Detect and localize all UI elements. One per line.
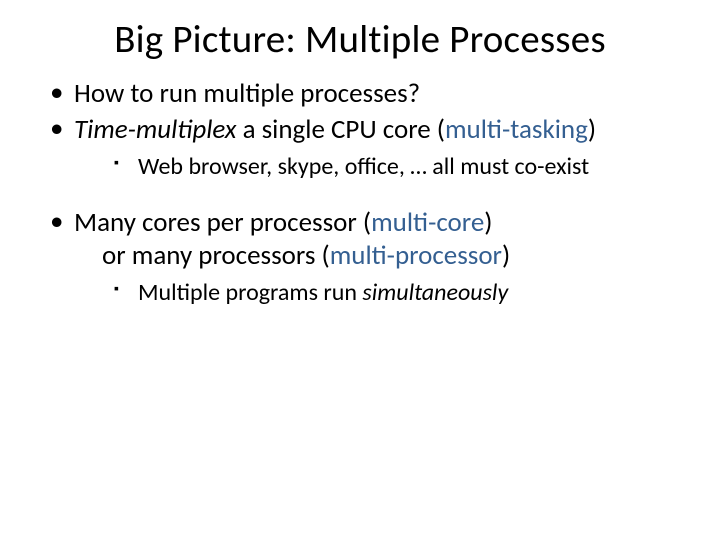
slide: Big Picture: Multiple Processes How to r…: [0, 0, 720, 540]
sub-bullet-list: Web browser, skype, office, … all must c…: [114, 151, 684, 182]
bullet-item: How to run multiple processes?: [46, 77, 684, 111]
bullet-item: Time-multiplex a single CPU core (multi-…: [46, 113, 684, 182]
sub-bullet-text: Web browser, skype, office, … all must c…: [138, 152, 589, 181]
slide-title: Big Picture: Multiple Processes: [36, 16, 684, 63]
sub-bullet-list: Multiple programs run simultaneously: [114, 277, 684, 308]
bullet-text: How to run multiple processes?: [74, 77, 420, 110]
bullet-list: How to run multiple processes? Time-mult…: [46, 77, 684, 182]
bullet-text-italic: Time-multiplex: [74, 113, 236, 146]
bullet-text-blue: multi-core: [371, 206, 484, 239]
bullet-text: a single CPU core (: [236, 113, 445, 146]
bullet-continuation: or many processors (multi-processor): [74, 239, 684, 273]
bullet-text-blue: multi-tasking: [445, 113, 588, 146]
sub-bullet-text: Multiple programs run: [138, 278, 362, 307]
bullet-text: Many cores per processor (: [74, 206, 371, 239]
spacer: [36, 184, 684, 206]
bullet-list: Many cores per processor (multi-core) or…: [46, 206, 684, 309]
sub-bullet-item: Multiple programs run simultaneously: [114, 277, 684, 308]
bullet-text: ): [502, 239, 510, 272]
bullet-item: Many cores per processor (multi-core) or…: [46, 206, 684, 309]
bullet-text: or many processors (: [102, 239, 330, 272]
bullet-text: ): [484, 206, 492, 239]
sub-bullet-text-italic: simultaneously: [362, 278, 508, 307]
bullet-text: ): [588, 113, 596, 146]
bullet-text-blue: multi-processor: [330, 239, 502, 272]
sub-bullet-item: Web browser, skype, office, … all must c…: [114, 151, 684, 182]
